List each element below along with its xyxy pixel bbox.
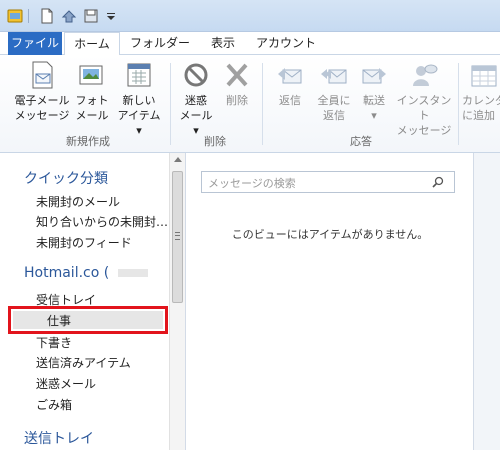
ribbon-separator xyxy=(170,63,171,145)
new-item-icon xyxy=(122,59,156,91)
selection-highlight xyxy=(13,311,163,329)
account-heading[interactable]: Hotmail.co ( xyxy=(24,265,148,281)
customize-toolbar-icon[interactable] xyxy=(102,7,119,24)
folder-drafts[interactable]: 下書き xyxy=(36,334,72,351)
folder-unread-feeds[interactable]: 未開封のフィード xyxy=(36,234,132,251)
forward-icon xyxy=(357,59,391,91)
folder-pane-scrollbar[interactable] xyxy=(169,153,185,450)
calendar-icon xyxy=(466,59,500,91)
photo-email-label: フォト メール xyxy=(75,94,109,122)
toolbar-separator xyxy=(28,9,29,23)
account-name-blur xyxy=(117,269,148,277)
add-to-calendar-button[interactable]: カレンダ に追加 xyxy=(462,59,500,123)
tab-file[interactable]: ファイル xyxy=(8,32,62,55)
email-message-icon xyxy=(25,59,59,91)
reply-all-label: 全員に 返信 xyxy=(317,94,351,122)
scroll-up-arrow-icon[interactable] xyxy=(174,157,182,162)
folder-deleted-items[interactable]: ごみ箱 xyxy=(36,396,72,413)
junk-icon xyxy=(179,59,213,91)
tab-home[interactable]: ホーム xyxy=(64,32,120,56)
folder-sent-items[interactable]: 送信済みアイテム xyxy=(36,354,131,371)
forward-label: 転送 ▾ xyxy=(363,94,385,122)
delete-label: 削除 xyxy=(226,94,248,107)
message-list: メッセージの検索 このビューにはアイテムがありません。 xyxy=(187,153,473,450)
save-icon[interactable] xyxy=(82,7,99,24)
add-to-calendar-label: カレンダ に追加 xyxy=(462,94,500,122)
group-label-new: 新規作成 xyxy=(66,135,110,148)
folder-work: 仕事 xyxy=(47,314,72,328)
reply-all-icon xyxy=(317,59,351,91)
search-box[interactable]: メッセージの検索 xyxy=(201,171,455,193)
outbox-heading[interactable]: 送信トレイ xyxy=(24,428,94,448)
folder-unread-from-contacts[interactable]: 知り合いからの未開封… xyxy=(36,213,168,230)
reply-icon xyxy=(273,59,307,91)
delete-button[interactable]: 削除 xyxy=(220,59,254,108)
empty-view-message: このビューにはアイテムがありません。 xyxy=(231,228,429,241)
reply-all-button[interactable]: 全員に 返信 xyxy=(312,59,356,123)
app-icon[interactable] xyxy=(6,7,23,24)
ribbon-tabs: ファイル ホーム フォルダー 表示 アカウント xyxy=(0,32,500,56)
tab-folder[interactable]: フォルダー xyxy=(124,32,196,55)
scroll-thumb[interactable] xyxy=(172,171,183,303)
delete-x-icon xyxy=(220,59,254,91)
instant-message-label: インスタント メッセージ xyxy=(396,94,452,137)
group-label-respond: 応答 xyxy=(350,135,372,148)
search-placeholder: メッセージの検索 xyxy=(208,177,296,190)
tab-account[interactable]: アカウント xyxy=(250,32,322,55)
folder-work-selected[interactable]: 仕事 xyxy=(8,306,168,334)
send-receive-icon[interactable] xyxy=(60,7,77,24)
title-bar xyxy=(0,0,500,32)
instant-message-icon xyxy=(407,59,441,91)
ribbon-separator xyxy=(458,63,459,145)
tab-view[interactable]: 表示 xyxy=(200,32,246,55)
reply-label: 返信 xyxy=(279,94,301,107)
reading-pane-edge xyxy=(473,153,500,450)
ribbon: 電子メール メッセージ フォト メール 新しい アイテム ▾ 新規作成 迷惑 メ… xyxy=(0,55,500,153)
new-item-label: 新しい アイテム ▾ xyxy=(117,94,161,137)
new-item-button[interactable]: 新しい アイテム ▾ xyxy=(114,59,164,138)
group-label-delete: 削除 xyxy=(204,135,226,148)
folder-junk-mail[interactable]: 迷惑メール xyxy=(36,375,96,392)
reply-button[interactable]: 返信 xyxy=(268,59,312,108)
junk-button[interactable]: 迷惑 メール ▾ xyxy=(176,59,216,138)
junk-label: 迷惑 メール ▾ xyxy=(179,94,213,137)
folder-unread-mail[interactable]: 未開封のメール xyxy=(36,193,120,210)
account-name: Hotmail.co ( xyxy=(24,265,110,281)
search-icon[interactable] xyxy=(432,176,444,188)
photo-email-button[interactable]: フォト メール xyxy=(74,59,110,123)
forward-button[interactable]: 転送 ▾ xyxy=(356,59,392,123)
ribbon-separator xyxy=(262,63,263,145)
scroll-grip-icon xyxy=(175,232,180,240)
new-email-label: 電子メール メッセージ xyxy=(14,94,70,122)
photo-email-icon xyxy=(75,59,109,91)
instant-message-button[interactable]: インスタント メッセージ xyxy=(394,59,454,138)
quick-views-heading[interactable]: クイック分類 xyxy=(24,168,108,188)
new-email-button[interactable]: 電子メール メッセージ xyxy=(12,59,72,123)
new-document-icon[interactable] xyxy=(38,7,55,24)
